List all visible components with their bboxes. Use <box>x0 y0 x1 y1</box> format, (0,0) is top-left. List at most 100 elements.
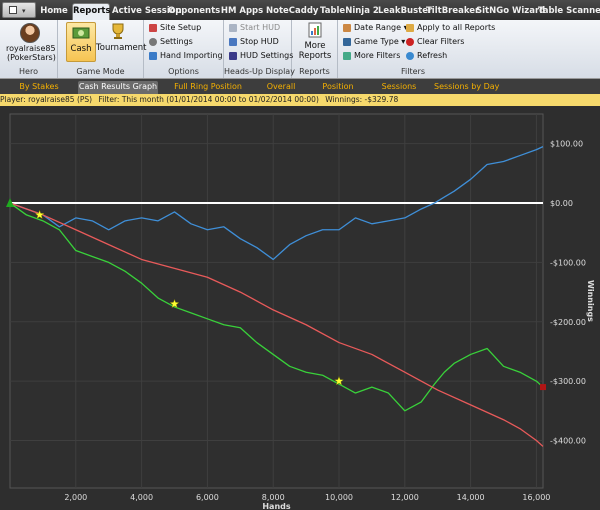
date-range-label: Date Range <box>354 23 402 32</box>
site-setup-label: Site Setup <box>160 23 202 32</box>
gear-icon <box>149 37 157 46</box>
hand-importing-button[interactable]: Hand Importing <box>149 51 223 60</box>
info-filter: Filter: This month (01/01/2014 00:00 to … <box>98 95 319 104</box>
tab-tiltbreaker[interactable]: TiltBreaker <box>426 4 479 20</box>
report-tab-bar: By Stakes Cash Results Graph Full Ring Pos… <box>0 79 600 94</box>
x-tick-label: 6,000 <box>196 493 219 502</box>
cash-icon <box>72 27 90 39</box>
tab-leakbuster[interactable]: LeakBuster <box>378 4 432 20</box>
y-tick-label: -$200.00 <box>550 318 586 327</box>
report-tab-full-ring-position[interactable]: Full Ring Position <box>166 81 250 94</box>
tab-hm-apps[interactable]: HM Apps <box>220 4 264 20</box>
calendar-icon <box>343 23 351 32</box>
more-filters-button[interactable]: More Filters <box>343 51 400 60</box>
tab-table-scanner[interactable]: Table Scanner <box>538 4 600 20</box>
cash-mode-button[interactable]: Cash <box>66 22 96 62</box>
y-tick-label: -$300.00 <box>550 377 586 386</box>
reports-group: More Reports Reports <box>292 20 338 78</box>
y-axis-title: Winnings <box>586 280 595 322</box>
y-tick-label: -$400.00 <box>550 437 586 446</box>
end-marker <box>540 384 546 391</box>
reports-group-label: Reports <box>299 67 330 76</box>
report-tab-sessions[interactable]: Sessions <box>372 81 426 94</box>
stop-hud-button[interactable]: Stop HUD <box>229 37 279 46</box>
tab-sitngo-wizard[interactable]: SitNGo Wizard <box>476 4 545 20</box>
report-tab-sessions-by-day[interactable]: Sessions by Day <box>434 81 499 94</box>
hero-name[interactable]: royalraise85 <box>6 44 56 53</box>
more-filters-label: More Filters <box>354 51 401 60</box>
results-graph: 2,000 4,000 6,000 8,000 10,000 12,000 14,000 16… <box>0 106 600 510</box>
tab-tableninja-2[interactable]: TableNinja 2 <box>320 4 379 20</box>
tab-notecaddy[interactable]: NoteCaddy <box>266 4 318 20</box>
apply-icon <box>406 23 414 32</box>
report-tab-by-stakes[interactable]: By Stakes <box>8 81 70 94</box>
hud-settings-icon <box>229 51 237 60</box>
settings-button[interactable]: Settings <box>149 37 193 46</box>
site-setup-button[interactable]: Site Setup <box>149 23 201 32</box>
stop-hud-label: Stop HUD <box>240 37 279 46</box>
start-hud-label: Start HUD <box>240 23 281 32</box>
main-tab-bar: ▾ Home Reports Active Session Opponents HM A… <box>0 0 600 21</box>
x-tick-label: 4,000 <box>130 493 153 502</box>
report-tab-cash-results-graph[interactable]: Cash Results Graph <box>78 81 158 94</box>
more-reports-button[interactable]: More Reports <box>296 22 334 62</box>
tournament-mode-label: Tournament <box>96 43 147 53</box>
game-mode-group-label: Game Mode <box>76 67 125 76</box>
filters-group: Date Range ▾ Game Type ▾ More Filters Ap… <box>338 20 495 78</box>
game-mode-group: Cash Tournament Game Mode <box>58 20 147 78</box>
refresh-button[interactable]: Refresh <box>406 51 447 60</box>
site-setup-icon <box>149 23 157 32</box>
hud-settings-label: HUD Settings <box>240 51 294 60</box>
x-tick-label: 14,000 <box>457 493 485 502</box>
stop-hud-icon <box>229 37 237 46</box>
game-type-button[interactable]: Game Type ▾ <box>343 37 405 46</box>
filters-group-label: Filters <box>401 67 425 76</box>
info-player: Player: royalraise85 (PS) <box>0 95 93 104</box>
ribbon-toolbar: royalraise85 (PokerStars) Hero Cash Tour… <box>0 20 600 79</box>
y-tick-label: -$100.00 <box>550 258 586 267</box>
options-group: Site Setup Settings Hand Importing Optio… <box>144 20 224 78</box>
hud-settings-button[interactable]: HUD Settings <box>229 51 293 60</box>
clear-filters-button[interactable]: Clear Filters <box>406 37 464 46</box>
x-tick-label: 2,000 <box>64 493 87 502</box>
cash-mode-label: Cash <box>70 44 92 54</box>
clear-filters-label: Clear Filters <box>417 37 465 46</box>
x-axis-title: Hands <box>262 502 291 510</box>
tab-opponents[interactable]: Opponents <box>168 4 220 20</box>
refresh-label: Refresh <box>417 51 448 60</box>
x-tick-label: 16,000 <box>522 493 550 502</box>
tab-reports[interactable]: Reports <box>72 3 111 21</box>
date-range-button[interactable]: Date Range ▾ <box>343 23 408 32</box>
refresh-icon <box>406 51 414 60</box>
tournament-mode-button[interactable]: Tournament <box>96 22 147 62</box>
apply-all-reports-button[interactable]: Apply to all Reports <box>406 23 495 32</box>
start-hud-button[interactable]: Start HUD <box>229 23 280 32</box>
options-group-label: Options <box>168 67 199 76</box>
hero-group-label: Hero <box>19 67 38 76</box>
more-reports-label-2: Reports <box>298 51 332 61</box>
apply-all-label: Apply to all Reports <box>417 23 496 32</box>
settings-label: Settings <box>160 37 193 46</box>
y-tick-label: $100.00 <box>550 140 583 149</box>
trophy-icon <box>112 23 124 39</box>
results-graph-svg: 2,000 4,000 6,000 8,000 10,000 12,000 14,000 16… <box>6 113 595 510</box>
filter-icon <box>343 51 351 60</box>
info-winnings: Winnings: -$329.78 <box>325 95 399 104</box>
import-icon <box>149 51 157 60</box>
application-menu-button[interactable]: ▾ <box>2 2 36 18</box>
tab-home[interactable]: Home <box>38 4 70 20</box>
reports-icon <box>308 22 322 38</box>
report-tab-position[interactable]: Position <box>312 81 364 94</box>
x-tick-label: 10,000 <box>325 493 353 502</box>
app-window-icon <box>9 6 17 14</box>
y-tick-label: $0.00 <box>550 199 573 208</box>
game-type-label: Game Type <box>354 37 399 46</box>
tab-active-session[interactable]: Active Session <box>112 4 182 20</box>
start-hud-icon <box>229 23 237 32</box>
hero-group: royalraise85 (PokerStars) Hero <box>0 20 58 78</box>
more-reports-label-1: More <box>304 41 326 51</box>
report-tab-overall[interactable]: Overall <box>258 81 304 94</box>
hand-importing-label: Hand Importing <box>160 51 223 60</box>
hud-group-label: Heads-Up Display <box>224 67 295 76</box>
hero-avatar[interactable] <box>20 23 40 43</box>
